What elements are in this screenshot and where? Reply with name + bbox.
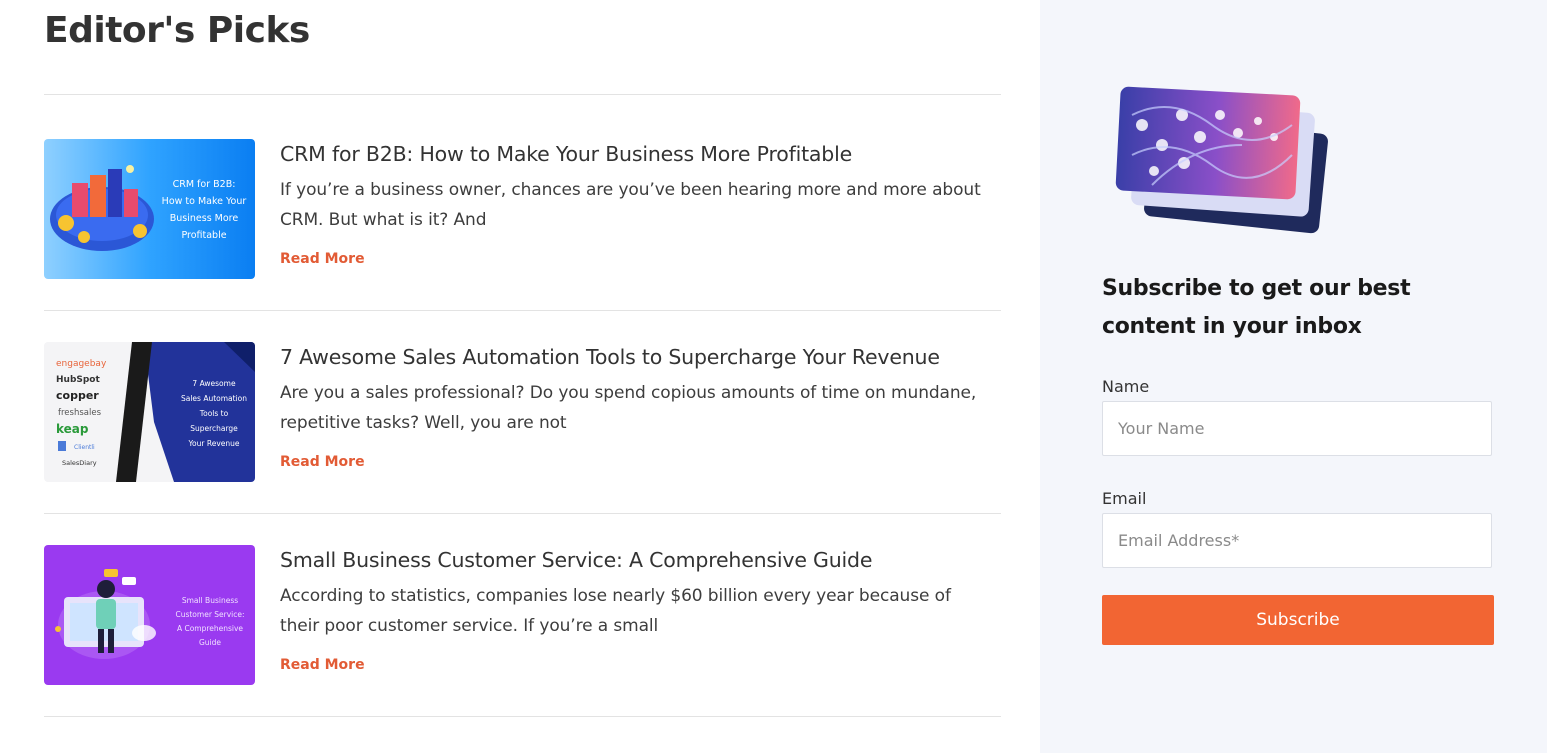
page-title: Editor's Picks xyxy=(44,10,310,51)
logo-copper: copper xyxy=(56,389,99,402)
thumb-line: Supercharge xyxy=(190,424,238,433)
divider xyxy=(44,513,1001,514)
post-excerpt: If you’re a business owner, chances are … xyxy=(280,180,981,230)
logo-engagebay: engagebay xyxy=(56,359,107,369)
logo-salesdiary: SalesDiary xyxy=(62,459,97,467)
newsletter-cards-icon xyxy=(1112,85,1332,240)
subscribe-sidebar: Subscribe to get our best content in you… xyxy=(1040,0,1547,753)
customer-service-illustration-icon: Small Business Customer Service: A Compr… xyxy=(44,545,255,685)
crm-illustration-icon: CRM for B2B: How to Make Your Business M… xyxy=(44,139,255,279)
thumb-line: Guide xyxy=(199,638,221,647)
read-more-link[interactable]: Read More xyxy=(280,251,365,267)
post-thumbnail[interactable]: CRM for B2B: How to Make Your Business M… xyxy=(44,139,255,279)
post-title[interactable]: 7 Awesome Sales Automation Tools to Supe… xyxy=(280,345,940,369)
subscribe-button[interactable]: Subscribe xyxy=(1102,595,1494,645)
post-card: Small Business Customer Service: A Compr… xyxy=(44,545,1001,685)
name-label: Name xyxy=(1102,377,1150,396)
read-more-link[interactable]: Read More xyxy=(280,657,365,673)
thumb-line: Tools to xyxy=(199,409,229,418)
thumb-line: Business More xyxy=(170,213,239,224)
post-title[interactable]: CRM for B2B: How to Make Your Business M… xyxy=(280,142,852,166)
divider xyxy=(44,94,1001,95)
post-card: CRM for B2B: How to Make Your Business M… xyxy=(44,139,1001,279)
thumb-line: Sales Automation xyxy=(181,394,247,403)
email-input[interactable] xyxy=(1102,513,1492,568)
thumb-line: Profitable xyxy=(181,230,226,241)
thumb-line: How to Make Your xyxy=(162,196,247,207)
thumb-line: Your Revenue xyxy=(187,439,239,448)
logo-clientli: Clientli xyxy=(74,444,95,451)
logo-hubspot: HubSpot xyxy=(56,375,100,385)
post-thumbnail[interactable]: Small Business Customer Service: A Compr… xyxy=(44,545,255,685)
post-thumbnail[interactable]: engagebay HubSpot copper freshsales keap… xyxy=(44,342,255,482)
thumb-line: Small Business xyxy=(182,596,238,605)
divider xyxy=(44,310,1001,311)
post-excerpt: According to statistics, companies lose … xyxy=(280,586,951,636)
name-input[interactable] xyxy=(1102,401,1492,456)
logo-keap: keap xyxy=(56,422,89,436)
post-excerpt: Are you a sales professional? Do you spe… xyxy=(280,383,977,433)
thumb-line: CRM for B2B: xyxy=(173,179,236,190)
logo-freshsales: freshsales xyxy=(58,408,102,418)
post-card: engagebay HubSpot copper freshsales keap… xyxy=(44,342,1001,482)
divider xyxy=(44,716,1001,717)
read-more-link[interactable]: Read More xyxy=(280,454,365,470)
post-title[interactable]: Small Business Customer Service: A Compr… xyxy=(280,548,872,572)
email-label: Email xyxy=(1102,489,1147,508)
thumb-line: Customer Service: xyxy=(175,610,244,619)
sales-tools-illustration-icon: engagebay HubSpot copper freshsales keap… xyxy=(44,342,255,482)
subscribe-heading: Subscribe to get our best content in you… xyxy=(1102,276,1411,339)
thumb-line: A Comprehensive xyxy=(177,624,243,633)
thumb-line: 7 Awesome xyxy=(192,379,236,388)
